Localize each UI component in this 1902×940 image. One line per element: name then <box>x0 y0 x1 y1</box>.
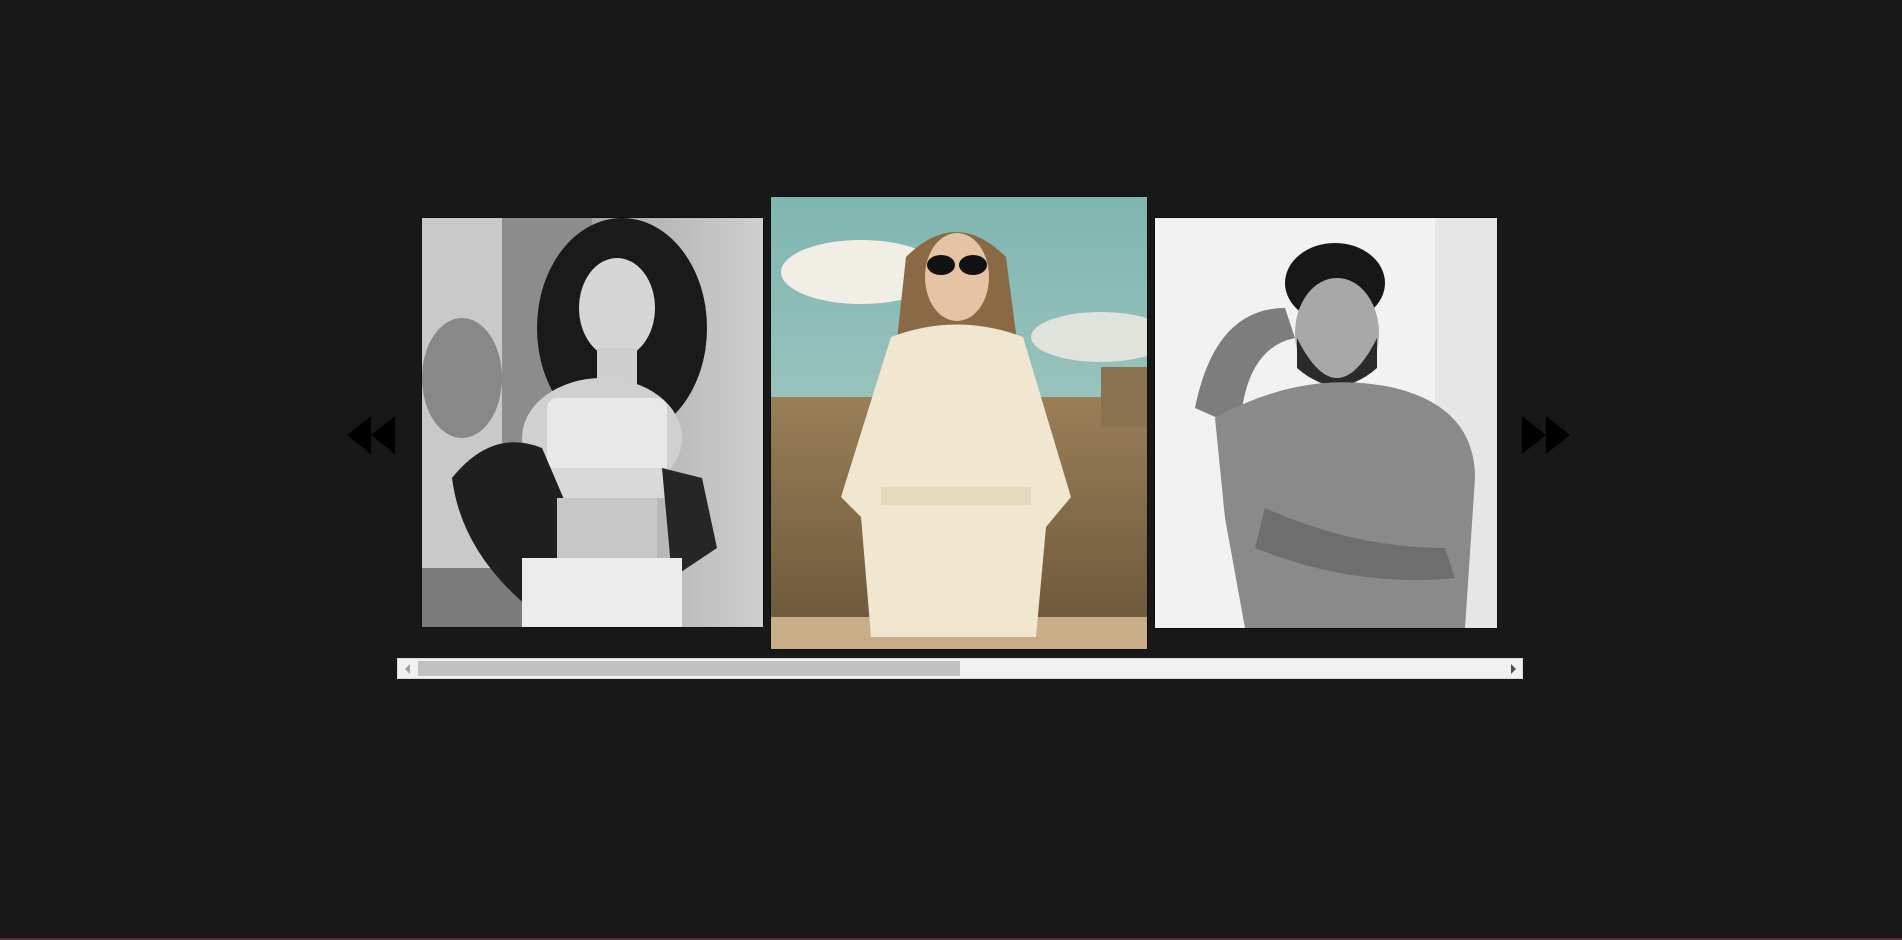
scroll-left-button[interactable] <box>398 659 416 678</box>
photo-curly-hair-woman[interactable] <box>422 218 763 627</box>
next-button[interactable] <box>1520 414 1572 456</box>
horizontal-scrollbar[interactable] <box>397 658 1523 679</box>
photo-image <box>771 197 1147 649</box>
double-triangle-left-icon <box>347 416 395 454</box>
photo-image <box>422 218 763 627</box>
scroll-thumb[interactable] <box>418 661 960 676</box>
double-triangle-right-icon <box>1522 416 1570 454</box>
photo-image <box>1155 218 1497 628</box>
previous-button[interactable] <box>345 414 397 456</box>
photo-bearded-man[interactable] <box>1155 218 1497 628</box>
scroll-left-arrow-icon <box>404 663 410 674</box>
scroll-track[interactable] <box>418 660 1502 677</box>
scroll-right-arrow-icon <box>1510 663 1516 674</box>
scroll-right-button[interactable] <box>1504 659 1522 678</box>
gallery-page <box>0 0 1902 940</box>
photo-woman-sunglasses[interactable] <box>771 197 1147 649</box>
